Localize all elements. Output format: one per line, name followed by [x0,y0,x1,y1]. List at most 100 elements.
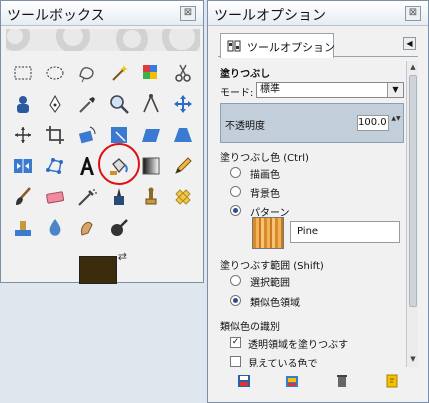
eraser-tool[interactable] [39,181,71,212]
toolbox-title: ツールボックス [7,8,105,24]
fill-fg-radio[interactable] [230,167,241,178]
opacity-label: 不透明度 [225,121,265,132]
clone-icon [145,187,157,204]
ink-tool[interactable] [103,181,135,212]
opacity-value-field[interactable]: 100.0 [357,115,389,131]
tab-menu-button[interactable]: ◀ [403,37,416,50]
free-select-icon [79,66,94,82]
mode-value: 標準 [260,84,280,95]
fill-transparent-checkbox[interactable]: ✓ [230,337,241,348]
perspective-clone-tool[interactable] [7,212,39,243]
tab-tool-options[interactable]: ツールオプション [220,33,335,58]
perspective-icon [174,127,192,142]
scissors-select-tool[interactable] [167,57,199,88]
scroll-up-icon[interactable]: ▲ [408,63,418,73]
tool-options-panel: 塗りつぶし モード: 標準 ▼ 不透明度 100.0 ▲▼ 塗りつぶし色 (Ct… [220,61,418,367]
paths-tool[interactable] [39,88,71,119]
scroll-down-icon[interactable]: ▼ [408,355,418,365]
fill-type-label: 塗りつぶし色 (Ctrl) [220,153,309,164]
tool-options-close-button[interactable]: ⊠ [405,6,421,21]
shear-icon [142,128,160,142]
selected-tool-highlight [98,143,140,185]
blur-icon [49,218,61,236]
blur-tool[interactable] [39,212,71,243]
toolbox-close-button[interactable]: ⊠ [180,6,196,21]
fill-bg-radio[interactable] [230,186,241,197]
reset-options-icon[interactable] [384,373,400,389]
crop-tool[interactable] [39,119,71,150]
area-similar-label: 類似色領域 [250,298,300,309]
mode-select[interactable]: 標準 ▼ [256,82,404,98]
measure-tool[interactable] [135,88,167,119]
airbrush-tool[interactable] [71,181,103,212]
fuzzy-select-icon [112,64,128,81]
toolbox-window: ツールボックス ⊠ ⇄ [0,0,204,284]
rect-select-tool[interactable] [7,57,39,88]
rotate-tool[interactable] [71,119,103,150]
fill-fg-label: 描画色 [250,170,280,181]
heal-tool[interactable] [167,181,199,212]
paintbrush-icon [16,186,31,205]
scroll-thumb[interactable] [409,75,417,307]
area-similar-radio[interactable] [230,295,241,306]
similar-colors-label: 類似色の識別 [220,322,280,333]
tool-options-title: ツールオプション [214,8,326,24]
fg-bg-color-area[interactable]: ⇄ [79,250,127,284]
dodge-burn-icon [111,218,128,236]
paintbrush-tool[interactable] [7,181,39,212]
fill-pattern-radio[interactable] [230,205,241,216]
smudge-tool[interactable] [71,212,103,243]
tool-options-tab-icon [227,40,241,52]
swap-colors-icon[interactable]: ⇄ [118,250,127,263]
opacity-spin-icon[interactable]: ▲▼ [391,115,401,131]
area-selection-radio[interactable] [230,275,241,286]
wilber-banner [6,29,200,51]
sample-merged-checkbox[interactable] [230,356,241,367]
ink-icon [114,187,124,205]
zoom-icon [110,94,129,114]
options-scrollbar[interactable]: ▲ ▼ [406,61,418,367]
measure-icon [143,93,159,112]
restore-options-icon[interactable] [284,373,300,389]
clone-tool[interactable] [135,181,167,212]
rotate-icon [78,126,96,143]
sample-merged-label: 見えている色で [248,359,318,367]
dodge-burn-tool[interactable] [103,212,135,243]
chevron-down-icon: ▼ [387,83,403,97]
smudge-icon [81,221,93,236]
area-selection-label: 選択範囲 [250,278,290,289]
scissors-select-icon [175,64,191,82]
flip-tool[interactable] [7,150,39,181]
perspective-tool[interactable] [167,119,199,150]
zoom-tool[interactable] [103,88,135,119]
crop-icon [46,125,64,144]
ellipse-select-icon [46,66,64,79]
move-tool[interactable] [167,88,199,119]
color-picker-icon [79,96,95,113]
pattern-name-field[interactable]: Pine [290,221,400,243]
foreground-select-tool[interactable] [7,88,39,119]
dock-tabbar: ツールオプション ◀ [218,33,418,58]
free-select-tool[interactable] [71,57,103,88]
tool-options-titlebar[interactable]: ツールオプション ⊠ [208,1,428,26]
pencil-tool[interactable] [167,150,199,181]
color-picker-tool[interactable] [71,88,103,119]
cage-icon [46,157,63,174]
opacity-slider[interactable]: 不透明度 100.0 ▲▼ [220,103,404,143]
fill-bg-label: 背景色 [250,189,280,200]
move-icon [174,94,192,113]
foreground-color-swatch[interactable] [79,256,117,284]
blend-icon [142,157,160,174]
delete-options-icon[interactable] [334,373,350,389]
rect-select-icon [14,66,32,79]
align-tool[interactable] [7,119,39,150]
toolbox-titlebar[interactable]: ツールボックス ⊠ [1,1,203,26]
color-select-tool[interactable] [135,57,167,88]
ellipse-select-tool[interactable] [39,57,71,88]
fuzzy-select-tool[interactable] [103,57,135,88]
save-options-icon[interactable] [236,373,252,389]
mode-label: モード: [220,88,254,99]
shear-tool[interactable] [135,119,167,150]
pattern-swatch[interactable] [252,217,284,249]
cage-tool[interactable] [39,150,71,181]
